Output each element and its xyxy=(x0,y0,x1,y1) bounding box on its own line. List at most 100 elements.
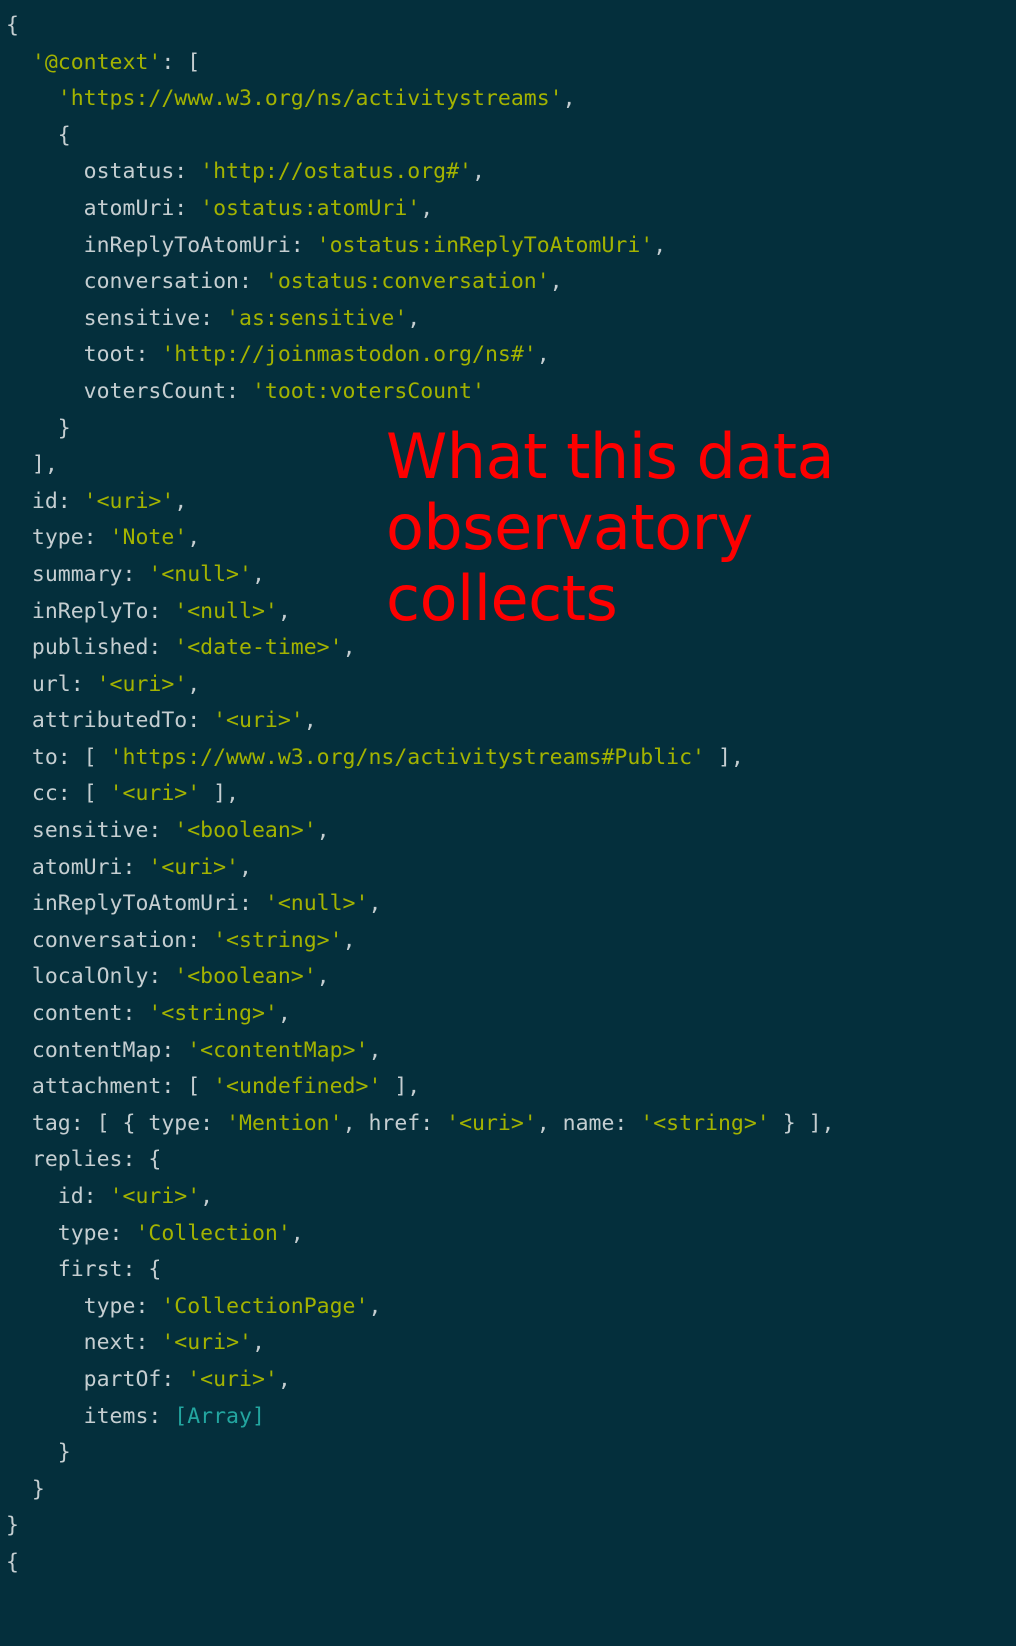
code-token-punct: ], xyxy=(200,781,240,807)
code-token-key: type: xyxy=(148,1110,227,1136)
code-token-key: type: xyxy=(6,525,110,551)
code-token-punct: , xyxy=(368,1037,382,1063)
code-token-key: id: xyxy=(6,488,84,514)
code-token-punct: , xyxy=(187,671,201,697)
code-line: id: '<uri>', xyxy=(0,1179,1016,1216)
code-token-punct: , xyxy=(562,86,576,112)
code-line: sensitive: '<boolean>', xyxy=(0,813,1016,850)
code-token-str: 'Mention' xyxy=(226,1110,343,1136)
code-token-punct: , xyxy=(290,1220,304,1246)
code-token-key: href: xyxy=(368,1110,447,1136)
code-line: contentMap: '<contentMap>', xyxy=(0,1033,1016,1070)
code-token-punct: } xyxy=(6,1476,45,1502)
code-token-punct: , xyxy=(342,927,356,953)
code-token-punct: , xyxy=(251,1330,265,1356)
code-token-key: votersCount: xyxy=(6,378,252,404)
code-token-str: 'https://www.w3.org/ns/activitystreams#P… xyxy=(109,744,705,770)
code-line: } xyxy=(0,1472,1016,1509)
code-line: first: { xyxy=(0,1252,1016,1289)
code-token-punct: , xyxy=(200,1184,214,1209)
code-token-str: 'ostatus:atomUri' xyxy=(200,195,421,221)
code-token-punct: , xyxy=(316,818,330,844)
code-token-punct: [ { xyxy=(96,1110,149,1136)
code-token-str: 'http://ostatus.org#' xyxy=(200,159,472,185)
code-token-punct: , xyxy=(239,854,252,880)
code-token-str: '<boolean>' xyxy=(174,818,317,844)
code-token-punct: } xyxy=(6,415,71,441)
code-token-str: '<string>' xyxy=(640,1110,770,1136)
code-line: next: '<uri>', xyxy=(0,1325,1016,1362)
code-line: } xyxy=(0,411,1016,448)
code-token-str: 'ostatus:conversation' xyxy=(264,269,550,295)
code-token-punct: : [ xyxy=(161,49,201,75)
code-line: } xyxy=(0,1508,1016,1545)
code-token-key: id: xyxy=(6,1184,110,1209)
code-token-punct: { xyxy=(148,1147,162,1173)
code-token-punct: ], xyxy=(6,452,58,478)
code-line: conversation: '<string>', xyxy=(0,923,1016,960)
code-token-str: '<uri>' xyxy=(187,1366,278,1392)
code-token-punct: { xyxy=(6,122,71,148)
code-token-punct: , xyxy=(653,232,667,258)
code-token-str: '<contentMap>' xyxy=(187,1037,369,1063)
code-token-str: '<date-time>' xyxy=(174,635,343,661)
code-token-punct: , xyxy=(536,342,550,368)
code-token-punct: , xyxy=(549,269,563,295)
code-token-punct: , xyxy=(277,598,291,624)
code-token-key: next: xyxy=(6,1330,162,1356)
code-token-punct: , xyxy=(174,488,188,514)
code-token-punct: [ xyxy=(83,781,110,807)
code-token-key: name: xyxy=(562,1110,641,1136)
code-token-key: contentMap: xyxy=(6,1037,188,1063)
code-token-arr: [Array] xyxy=(174,1403,265,1429)
code-line: sensitive: 'as:sensitive', xyxy=(0,301,1016,338)
code-token-key: inReplyToAtomUri: xyxy=(6,232,317,258)
code-line: published: '<date-time>', xyxy=(0,630,1016,667)
code-line: inReplyTo: '<null>', xyxy=(0,594,1016,631)
code-token-str: 'Note' xyxy=(109,525,188,551)
code-token-str: '<null>' xyxy=(264,891,369,917)
code-token-key: atomUri: xyxy=(6,195,201,221)
code-token-punct: , xyxy=(342,1110,369,1136)
code-token-key: sensitive: xyxy=(6,305,227,331)
code-line: conversation: 'ostatus:conversation', xyxy=(0,264,1016,301)
code-line: type: 'Note', xyxy=(0,520,1016,557)
code-token-punct: { xyxy=(6,13,19,38)
code-token-punct: ], xyxy=(705,744,744,770)
code-token-punct xyxy=(6,50,32,75)
code-token-punct: , xyxy=(342,635,356,661)
code-token-punct: , xyxy=(277,1001,291,1027)
code-token-punct: ], xyxy=(381,1074,421,1100)
code-token-punct: , xyxy=(303,708,317,734)
code-token-key: replies: xyxy=(6,1147,149,1173)
code-token-punct: [ xyxy=(187,1074,214,1100)
code-line: url: '<uri>', xyxy=(0,667,1016,704)
code-token-str: '<string>' xyxy=(213,927,343,953)
code-line: toot: 'http://joinmastodon.org/ns#', xyxy=(0,337,1016,374)
code-line: { xyxy=(0,8,1016,45)
code-token-str: 'ostatus:inReplyToAtomUri' xyxy=(316,232,654,258)
code-token-str: 'CollectionPage' xyxy=(161,1293,369,1319)
code-line: attachment: [ '<undefined>' ], xyxy=(0,1069,1016,1106)
code-token-punct: { xyxy=(6,1549,19,1575)
code-token-key: type: xyxy=(6,1293,162,1319)
code-token-str: '<null>' xyxy=(148,561,252,587)
code-line: inReplyToAtomUri: '<null>', xyxy=(0,886,1016,923)
code-token-str: 'Collection' xyxy=(135,1220,291,1246)
code-line: attributedTo: '<uri>', xyxy=(0,703,1016,740)
code-token-punct: , xyxy=(368,891,382,917)
code-token-key: partOf: xyxy=(6,1366,188,1392)
code-token-key: items: xyxy=(6,1403,175,1429)
code-token-key: attributedTo: xyxy=(6,708,214,734)
code-token-key: inReplyToAtomUri: xyxy=(6,891,265,917)
console-output-panel[interactable]: { '@context': [ 'https://www.w3.org/ns/a… xyxy=(0,0,1016,1646)
code-token-key: content: xyxy=(6,1001,149,1027)
code-line: summary: '<null>', xyxy=(0,557,1016,594)
code-token-punct: } xyxy=(6,1440,71,1466)
code-token-str: 'as:sensitive' xyxy=(226,305,408,331)
code-token-key: localOnly: xyxy=(6,964,175,990)
code-token-str: '<uri>' xyxy=(148,854,239,880)
code-token-key: atomUri: xyxy=(6,854,149,880)
code-line: } xyxy=(0,1435,1016,1472)
code-token-str: '<undefined>' xyxy=(213,1074,382,1100)
